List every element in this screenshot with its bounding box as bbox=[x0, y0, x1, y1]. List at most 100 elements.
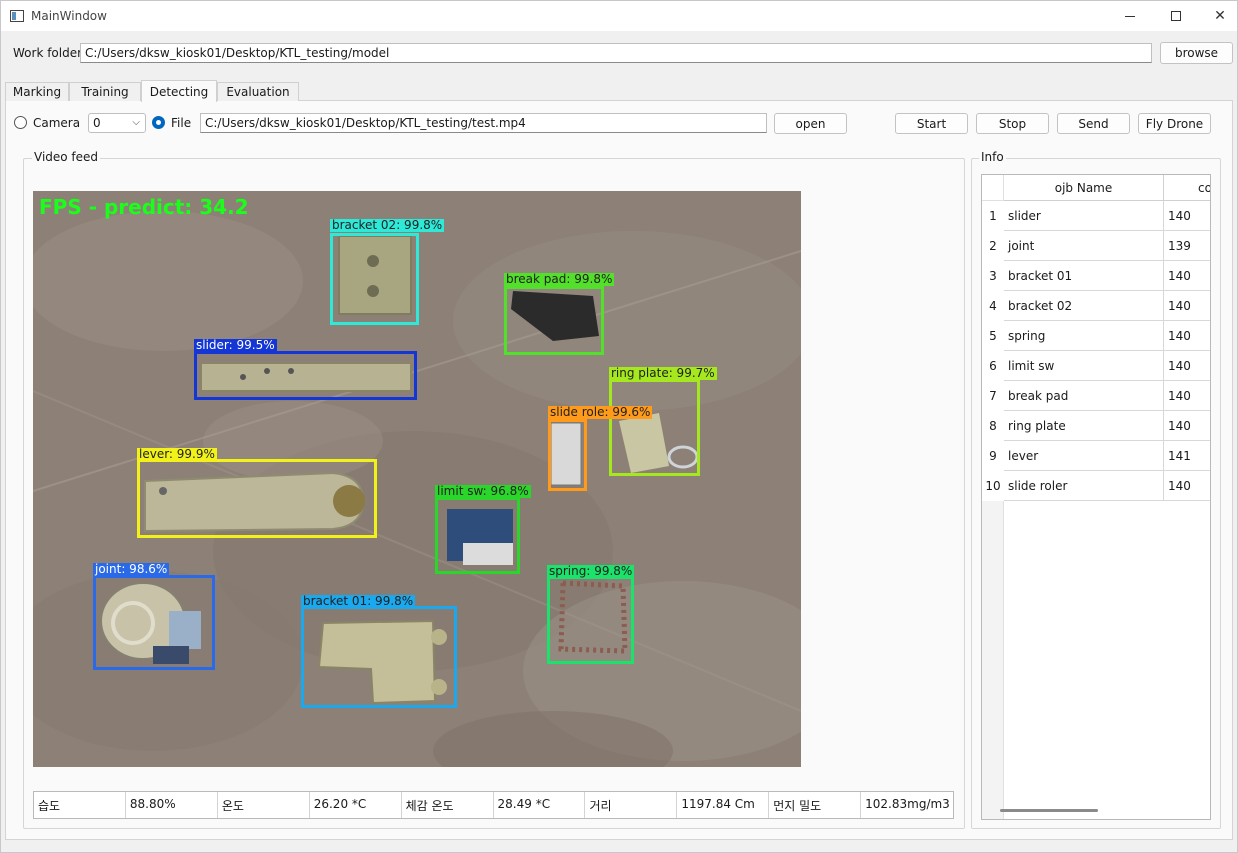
detection-label-joint: joint: 98.6% bbox=[93, 562, 170, 576]
tab-training[interactable]: Training bbox=[69, 82, 141, 101]
maximize-button[interactable] bbox=[1153, 1, 1199, 31]
detection-label-bracket-02: bracket 02: 99.8% bbox=[330, 218, 445, 232]
object-count-cell[interactable]: 140 bbox=[1164, 351, 1210, 381]
stop-button[interactable]: Stop bbox=[976, 113, 1049, 134]
table-row[interactable]: 4 bracket 02 140 bbox=[982, 291, 1210, 321]
object-name-cell[interactable]: ring plate bbox=[1004, 411, 1164, 441]
object-name-cell[interactable]: limit sw bbox=[1004, 351, 1164, 381]
close-icon: ✕ bbox=[1214, 8, 1226, 24]
object-name-cell[interactable]: bracket 01 bbox=[1004, 261, 1164, 291]
row-number: 5 bbox=[982, 321, 1004, 351]
tab-detecting[interactable]: Detecting bbox=[141, 80, 217, 102]
send-button[interactable]: Send bbox=[1057, 113, 1130, 134]
file-label: File bbox=[171, 116, 192, 130]
humidity-value: 88.80% bbox=[126, 792, 218, 818]
work-folder-input[interactable] bbox=[80, 43, 1152, 63]
file-path-input[interactable] bbox=[200, 113, 767, 133]
object-count-cell[interactable]: 140 bbox=[1164, 381, 1210, 411]
row-number: 8 bbox=[982, 411, 1004, 441]
row-number: 3 bbox=[982, 261, 1004, 291]
table-row[interactable]: 8 ring plate 140 bbox=[982, 411, 1210, 441]
row-number: 4 bbox=[982, 291, 1004, 321]
open-button[interactable]: open bbox=[774, 113, 847, 134]
object-count-cell[interactable]: 140 bbox=[1164, 261, 1210, 291]
camera-radio[interactable] bbox=[14, 116, 27, 129]
close-button[interactable]: ✕ bbox=[1197, 1, 1238, 31]
table-row[interactable]: 1 slider 140 bbox=[982, 201, 1210, 231]
detection-label-spring: spring: 99.8% bbox=[547, 564, 635, 578]
camera-label: Camera bbox=[33, 116, 81, 130]
camera-select[interactable]: 0 ⌵ bbox=[88, 113, 146, 133]
feels-like-label: 체감 온도 bbox=[402, 792, 494, 818]
detection-label-break-pad: break pad: 99.8% bbox=[504, 272, 615, 286]
detection-box-spring bbox=[547, 576, 634, 664]
object-count-cell[interactable]: 140 bbox=[1164, 201, 1210, 231]
minimize-button[interactable] bbox=[1107, 1, 1153, 31]
detection-box-joint bbox=[93, 575, 215, 670]
detection-label-lever: lever: 99.9% bbox=[137, 447, 217, 461]
row-number: 1 bbox=[982, 201, 1004, 231]
maximize-icon bbox=[1171, 11, 1181, 21]
detection-box-limit-sw bbox=[435, 497, 520, 574]
column-header-count[interactable]: co bbox=[1164, 175, 1210, 201]
detection-label-slide-role: slide role: 99.6% bbox=[548, 405, 653, 419]
horizontal-scrollbar[interactable] bbox=[1000, 809, 1098, 812]
detection-label-bracket-01: bracket 01: 99.8% bbox=[301, 594, 416, 608]
object-count-cell[interactable]: 139 bbox=[1164, 231, 1210, 261]
video-feed-title: Video feed bbox=[32, 150, 101, 164]
tab-evaluation[interactable]: Evaluation bbox=[217, 82, 299, 101]
detection-box-slider bbox=[194, 351, 417, 400]
column-header-name[interactable]: ojb Name bbox=[1004, 175, 1164, 201]
browse-button[interactable]: browse bbox=[1160, 42, 1233, 64]
detection-box-lever bbox=[137, 459, 377, 538]
humidity-label: 습도 bbox=[34, 792, 126, 818]
object-count-cell[interactable]: 140 bbox=[1164, 321, 1210, 351]
object-count-cell[interactable]: 141 bbox=[1164, 441, 1210, 471]
title-bar: MainWindow ✕ bbox=[1, 1, 1237, 31]
sensor-readings-table: 습도 88.80% 온도 26.20 *C 체감 온도 28.49 *C 거리 … bbox=[33, 791, 954, 819]
table-row[interactable]: 3 bracket 01 140 bbox=[982, 261, 1210, 291]
row-number: 7 bbox=[982, 381, 1004, 411]
object-name-cell[interactable]: bracket 02 bbox=[1004, 291, 1164, 321]
object-name-cell[interactable]: slide roler bbox=[1004, 471, 1164, 501]
tab-marking[interactable]: Marking bbox=[5, 82, 69, 101]
minimize-icon bbox=[1125, 15, 1135, 17]
work-folder-label: Work folder bbox=[13, 46, 83, 60]
row-number: 9 bbox=[982, 441, 1004, 471]
chevron-down-icon: ⌵ bbox=[132, 117, 140, 128]
object-count-cell[interactable]: 140 bbox=[1164, 411, 1210, 441]
detection-box-bracket-01 bbox=[301, 606, 457, 708]
detection-box-break-pad bbox=[504, 286, 604, 355]
fps-overlay: FPS - predict: 34.2 bbox=[39, 195, 249, 219]
info-table[interactable]: ojb Name co 1 slider 140 2 joint 139 3 b… bbox=[981, 174, 1211, 820]
detection-box-ring-plate bbox=[609, 379, 700, 476]
detection-box-slide-role bbox=[548, 419, 587, 491]
table-row[interactable]: 2 joint 139 bbox=[982, 231, 1210, 261]
temperature-label: 온도 bbox=[218, 792, 310, 818]
table-row[interactable]: 9 lever 141 bbox=[982, 441, 1210, 471]
detection-box-bracket-02 bbox=[330, 233, 419, 325]
temperature-value: 26.20 *C bbox=[310, 792, 402, 818]
detection-label-limit-sw: limit sw: 96.8% bbox=[435, 484, 531, 498]
table-row[interactable]: 5 spring 140 bbox=[982, 321, 1210, 351]
window-title: MainWindow bbox=[31, 9, 107, 23]
dust-density-value: 102.83mg/m3 bbox=[865, 797, 950, 811]
app-window-icon bbox=[10, 10, 24, 22]
start-button[interactable]: Start bbox=[895, 113, 968, 134]
table-row[interactable]: 7 break pad 140 bbox=[982, 381, 1210, 411]
object-name-cell[interactable]: spring bbox=[1004, 321, 1164, 351]
row-number: 2 bbox=[982, 231, 1004, 261]
object-count-cell[interactable]: 140 bbox=[1164, 291, 1210, 321]
camera-select-value: 0 bbox=[93, 116, 101, 130]
object-name-cell[interactable]: joint bbox=[1004, 231, 1164, 261]
object-name-cell[interactable]: slider bbox=[1004, 201, 1164, 231]
file-radio[interactable] bbox=[152, 116, 165, 129]
table-row[interactable]: 10 slide roler 140 bbox=[982, 471, 1210, 501]
object-count-cell[interactable]: 140 bbox=[1164, 471, 1210, 501]
object-name-cell[interactable]: break pad bbox=[1004, 381, 1164, 411]
table-corner[interactable] bbox=[982, 175, 1004, 201]
table-row[interactable]: 6 limit sw 140 bbox=[982, 351, 1210, 381]
row-number: 10 bbox=[982, 471, 1004, 501]
fly-drone-button[interactable]: Fly Drone bbox=[1138, 113, 1211, 134]
object-name-cell[interactable]: lever bbox=[1004, 441, 1164, 471]
